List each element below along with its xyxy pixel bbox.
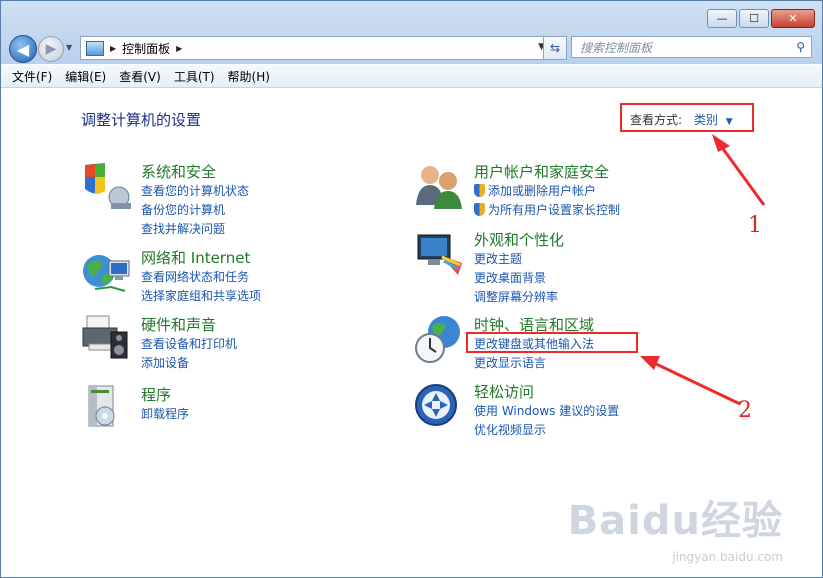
annotation-number-1: 1 [748, 213, 762, 238]
watermark-logo: Baidu经验 [567, 498, 783, 544]
annotation-number-2: 2 [738, 398, 752, 423]
watermark-url: jingyan.baidu.com [672, 550, 783, 564]
